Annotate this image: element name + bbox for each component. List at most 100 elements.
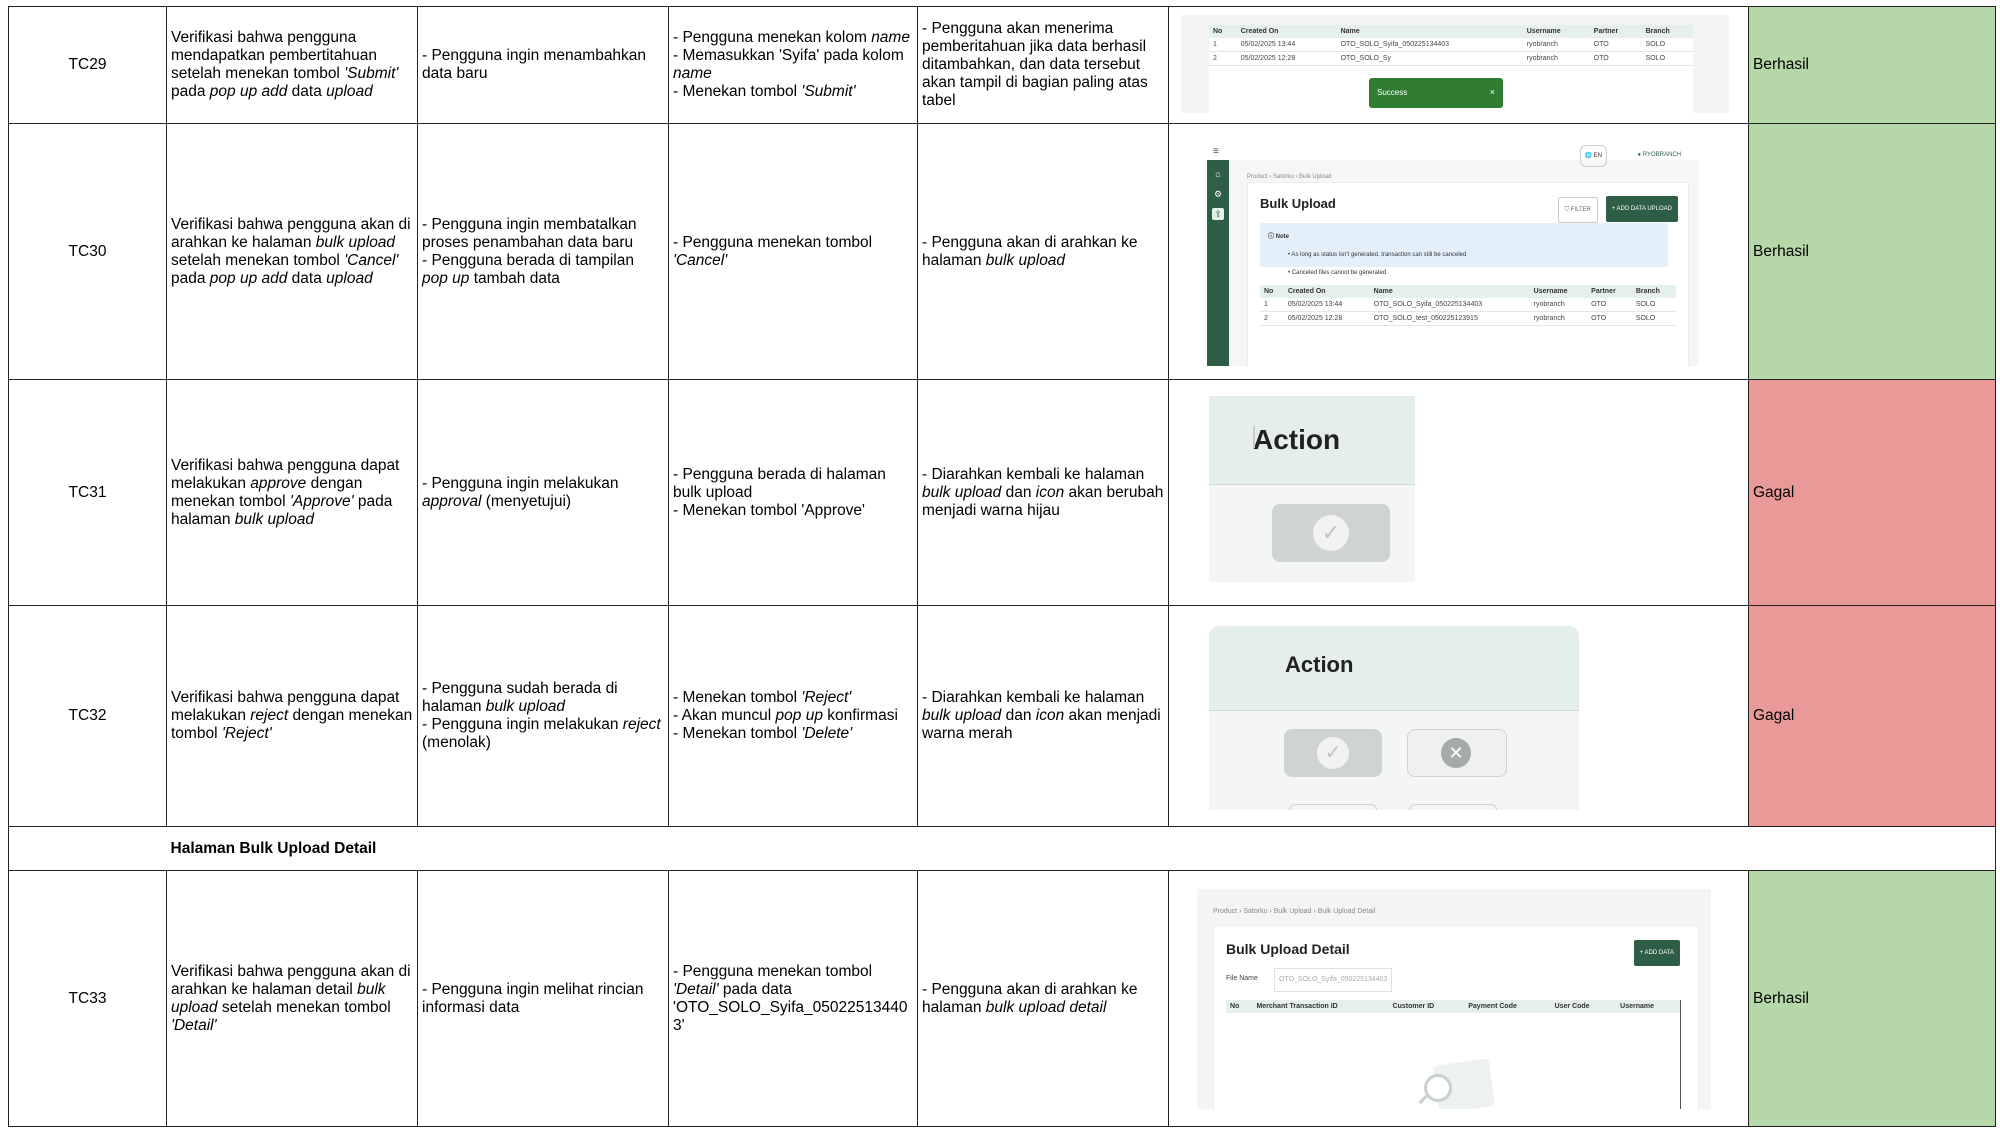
text-run: - Pengguna ingin menambahkan data baru <box>422 47 647 82</box>
test-case-status: Gagal <box>1748 379 1996 606</box>
text-run: icon <box>1035 707 1065 724</box>
test-case-expected: - Pengguna akan menerima pemberitahuan j… <box>917 6 1169 124</box>
reject-button[interactable]: ✕ <box>1407 729 1507 777</box>
text-run: konfirmasi <box>822 707 898 724</box>
table-cell: 2 <box>1209 51 1237 66</box>
test-case-steps: - Pengguna menekan tombol 'Detail' pada … <box>668 870 918 1127</box>
text-run: bulk upload <box>985 251 1066 269</box>
section-title: Halaman Bulk Upload Detail <box>166 826 1996 871</box>
breadcrumb: Product › Satorku › Bulk Upload › Bulk U… <box>1213 908 1376 915</box>
text-run: 'Approve' <box>289 492 354 510</box>
section-spacer <box>8 826 167 871</box>
table-cell: ryobranch <box>1522 38 1590 52</box>
add-data-upload-button[interactable]: + ADD DATA UPLOAD <box>1605 196 1678 222</box>
upload-icon[interactable]: ⇪ <box>1212 208 1224 220</box>
home-icon[interactable]: ⌂ <box>1212 168 1224 180</box>
text-run: - Diarahkan kembali ke halaman <box>922 465 1145 483</box>
text-run: tambah data <box>469 269 560 287</box>
text-run: name <box>673 65 712 82</box>
toast-text: Success <box>1377 88 1408 97</box>
test-case-expected: - Diarahkan kembali ke halaman bulk uplo… <box>917 379 1169 606</box>
text-run: pop up <box>422 269 470 287</box>
table-cell: 05/02/2025 12:28 <box>1283 311 1370 326</box>
text-line: - Pengguna menekan tombol 'Detail' pada … <box>673 963 913 1035</box>
test-case-expected: - Diarahkan kembali ke halaman bulk uplo… <box>917 605 1169 827</box>
table-cell: OTO <box>1587 298 1632 312</box>
action-header-text: Action <box>1285 652 1354 677</box>
table-cell: SOLO <box>1631 311 1676 326</box>
test-case-description: Verifikasi bahwa pengguna akan di arahka… <box>166 123 418 380</box>
test-case-screenshot: No Created On Name Username Partner Branch 1 05… <box>1168 6 1749 124</box>
approve-button[interactable]: ✓ <box>1272 504 1390 562</box>
screenshot-table: No Merchant Transaction ID Customer ID Paym… <box>1226 1000 1680 1013</box>
test-case-screenshot: Action ✓ <box>1168 379 1749 606</box>
note-line: • As long as status isn't generated, tra… <box>1288 252 1467 258</box>
text-run: approval <box>422 492 482 510</box>
text-run: pop up <box>775 707 823 724</box>
text-run: - Diarahkan kembali ke halaman <box>922 689 1145 706</box>
test-case-precondition: - Pengguna sudah berada di halaman bulk … <box>417 605 669 827</box>
close-icon[interactable]: × <box>1490 83 1495 101</box>
column-header: Partner <box>1589 25 1642 38</box>
table-row: 2 05/02/2025 12:28 OTO_SOLO_test_050225123… <box>1260 311 1676 326</box>
note-line: • Canceled files cannot be generated <box>1288 270 1387 276</box>
table-cell: SOLO <box>1641 38 1693 52</box>
text-run: - Pengguna ingin membatalkan proses pena… <box>422 215 637 251</box>
note-title: ⓘ Note <box>1268 234 1290 240</box>
column-header: No <box>1226 1000 1253 1013</box>
file-name-value: OTO_SOLO_Syifa_050225134403 <box>1274 968 1393 992</box>
column-header: Partner <box>1587 285 1632 298</box>
filter-button[interactable]: ⛉ FILTER <box>1557 197 1598 223</box>
test-case-status: Berhasil <box>1748 870 1996 1127</box>
text-run: dan <box>1001 707 1036 724</box>
gear-icon[interactable]: ⚙ <box>1212 188 1224 200</box>
column-header: Created On <box>1236 25 1337 38</box>
text-line: - Pengguna akan di arahkan ke halaman bu… <box>922 981 1164 1017</box>
text-run: - Pengguna berada di tampilan <box>422 251 634 269</box>
text-run: reject <box>622 716 661 733</box>
text-run: bulk upload <box>315 233 396 251</box>
text-run: 'Submit' <box>801 83 856 100</box>
table-cell: ryobranch <box>1529 311 1588 326</box>
text-run: pada <box>171 83 210 100</box>
test-case-screenshot: Action ✓ ✕ <box>1168 605 1749 827</box>
test-case-sheet: TC29 Verifikasi bahwa pengguna mendapatka… <box>8 6 1996 1127</box>
screenshot-table-header: No Created On Name Username Partner Branch <box>1209 25 1693 38</box>
text-line: - Pengguna ingin membatalkan proses pena… <box>422 216 664 252</box>
language-selector[interactable]: 🌐 EN <box>1579 145 1607 167</box>
text-line: - Pengguna sudah berada di halaman bulk … <box>422 680 664 716</box>
text-run: data <box>287 269 327 287</box>
text-run: 'Reject' <box>221 725 272 742</box>
approve-button[interactable]: ✓ <box>1284 729 1382 777</box>
test-case-row: TC33 Verifikasi bahwa pengguna akan di ar… <box>8 870 1996 1127</box>
test-case-steps: - Pengguna berada di halaman bulk upload… <box>668 379 918 606</box>
text-run: - Pengguna menekan kolom <box>673 29 872 46</box>
table-row: 2 05/02/2025 12:28 OTO_SOLO_Sy ryobranch OTO… <box>1209 51 1693 66</box>
text-run: bulk upload detail <box>985 998 1107 1016</box>
user-menu[interactable]: ● RYOBRANCH <box>1637 146 1681 164</box>
table-cell: ryobranch <box>1529 298 1588 312</box>
screenshot-table: No Created On Name Username Partner Branch 1 05… <box>1260 285 1676 326</box>
text-run: - Menekan tombol 'Approve' <box>673 501 866 519</box>
table-cell: OTO_SOLO_Syifa_050225134403 <box>1369 298 1530 312</box>
test-case-description: Verifikasi bahwa pengguna dapat melakuka… <box>166 605 418 827</box>
check-icon: ✓ <box>1317 737 1349 769</box>
text-run: - Pengguna akan menerima pemberitahuan j… <box>922 20 1148 109</box>
add-data-button[interactable]: + ADD DATA <box>1633 940 1680 966</box>
bulk-upload-detail-card: Bulk Upload Detail + ADD DATA File Name OTO… <box>1213 925 1699 1109</box>
sidebar: ⌂ ⚙ ⇪ <box>1207 160 1229 366</box>
text-line: - Pengguna menekan tombol 'Cancel' <box>673 234 913 270</box>
column-header: Username <box>1522 25 1590 38</box>
column-header: Customer ID <box>1388 1000 1465 1013</box>
text-line: - Pengguna ingin melakukan reject (menol… <box>422 716 664 752</box>
table-cell: 2 <box>1260 311 1284 326</box>
text-run: - Menekan tombol <box>673 689 802 706</box>
test-case-precondition: - Pengguna ingin menambahkan data baru <box>417 6 669 124</box>
table-cell: ryobranch <box>1522 51 1590 66</box>
text-line: - Pengguna menekan kolom name <box>673 29 913 47</box>
table-cell: 1 <box>1260 298 1284 312</box>
text-line: - Memasukkan 'Syifa' pada kolom name <box>673 47 913 83</box>
menu-icon[interactable]: ≡ <box>1213 143 1219 161</box>
screenshot-table: No Created On Name Username Partner Branch 1 05… <box>1209 25 1693 66</box>
text-run: 'Detail' <box>171 1016 217 1034</box>
